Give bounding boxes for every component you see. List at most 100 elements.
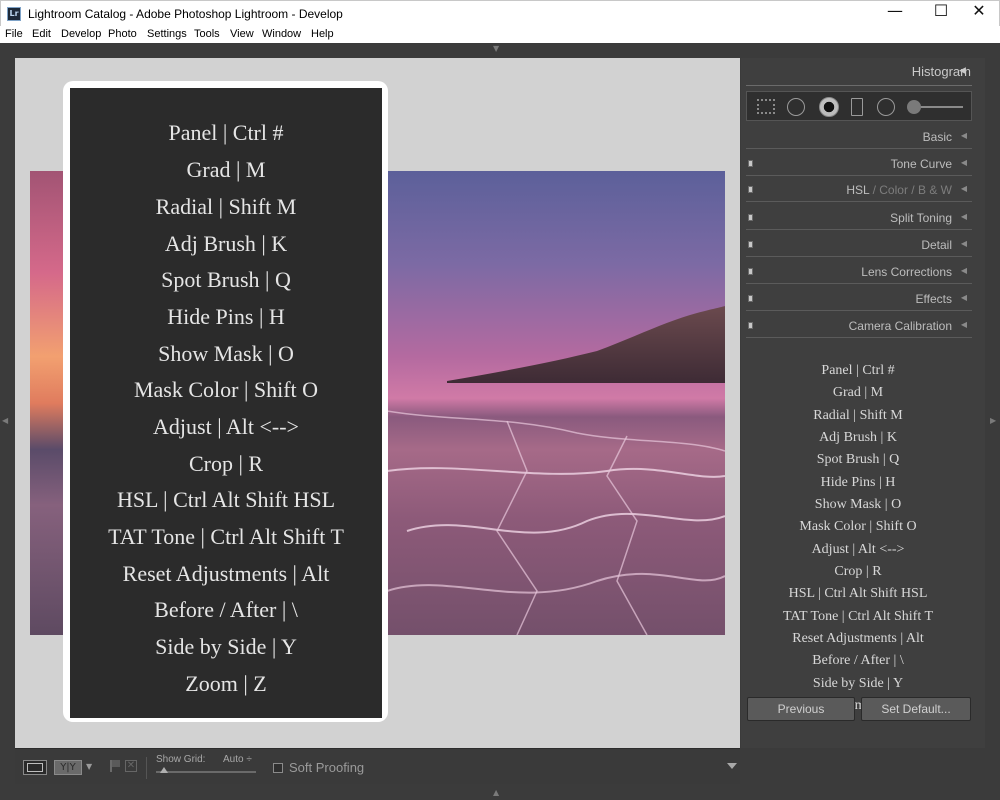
menu-edit[interactable]: Edit — [32, 28, 51, 40]
toolbar-menu-chevron-icon[interactable] — [727, 763, 737, 769]
section-effects[interactable]: Effects ◀ — [746, 287, 972, 311]
show-grid-label: Show Grid: — [156, 754, 206, 765]
shortcut-line: Adjust | Alt <--> — [811, 542, 905, 557]
panel-switch-icon[interactable] — [748, 160, 753, 167]
menu-help[interactable]: Help — [311, 28, 334, 40]
photo-after — [387, 171, 725, 635]
shortcut-line: Before / After | \ — [812, 653, 904, 668]
overlay-line: Spot Brush | Q — [161, 267, 291, 292]
tab-hsl[interactable]: HSL — [846, 183, 869, 197]
hsl-tabs: HSL / Color / B & W — [846, 183, 952, 197]
section-label: Basic — [922, 130, 952, 144]
show-grid-select[interactable]: Auto ÷ — [223, 754, 252, 765]
overlay-line: Before / After | \ — [154, 597, 298, 622]
right-panel: Histogram ◀ Basic ◀ Tone Curve ◀ HSL / C… — [741, 58, 985, 748]
previous-button[interactable]: Previous — [747, 697, 855, 721]
flag-icon[interactable] — [110, 760, 120, 772]
collapse-triangle-icon: ◀ — [960, 212, 967, 221]
overlay-line: TAT Tone | Ctrl Alt Shift T — [108, 524, 344, 549]
collapse-triangle-icon: ◀ — [960, 158, 967, 167]
panel-switch-icon[interactable] — [748, 268, 753, 275]
menu-tools[interactable]: Tools — [194, 28, 220, 40]
divider — [746, 201, 972, 202]
panel-switch-icon[interactable] — [748, 322, 753, 329]
menu-view[interactable]: View — [230, 28, 254, 40]
grid-overlay-icon[interactable] — [757, 99, 775, 114]
salt-flats-photo — [387, 306, 725, 635]
histogram-header[interactable]: Histogram — [741, 64, 971, 79]
shortcut-line: Side by Side | Y — [812, 676, 904, 691]
top-panel-toggle-icon[interactable]: ▼ — [493, 45, 499, 53]
shortcut-line: Mask Color | Shift O — [799, 519, 917, 534]
section-label: Camera Calibration — [848, 319, 952, 333]
divider — [146, 757, 147, 779]
tab-color[interactable]: Color — [879, 183, 908, 197]
overlay-line: Grad | M — [186, 157, 266, 182]
section-label: Detail — [921, 238, 952, 252]
panel-switch-icon[interactable] — [748, 295, 753, 302]
section-detail[interactable]: Detail ◀ — [746, 233, 972, 257]
menu-settings[interactable]: Settings — [147, 28, 187, 40]
divider — [746, 85, 972, 86]
overlay-line: Zoom | Z — [185, 671, 267, 696]
section-tone-curve[interactable]: Tone Curve ◀ — [746, 152, 972, 176]
slider-knob-icon[interactable] — [160, 767, 168, 773]
menu-bar: File Edit Develop Photo Settings Tools V… — [0, 26, 1000, 43]
section-split-toning[interactable]: Split Toning ◀ — [746, 206, 972, 230]
reject-flag-icon[interactable]: ✕ — [125, 760, 137, 772]
collapse-triangle-icon: ◀ — [960, 293, 967, 302]
panel-switch-icon[interactable] — [748, 214, 753, 221]
soft-proofing-label: Soft Proofing — [289, 760, 365, 775]
section-label: Lens Corrections — [861, 265, 952, 279]
graduated-filter-icon[interactable] — [851, 98, 863, 116]
overlay-line: Side by Side | Y — [155, 634, 297, 659]
soft-proofing-checkbox[interactable] — [273, 763, 283, 773]
left-panel-toggle-icon[interactable]: ◀ — [2, 417, 8, 425]
photo-before — [30, 171, 66, 635]
section-label: Effects — [915, 292, 952, 306]
divider — [746, 337, 972, 338]
shortcut-line: Crop | R — [834, 564, 882, 579]
radial-filter-icon[interactable] — [877, 98, 895, 116]
divider — [746, 310, 972, 311]
menu-window[interactable]: Window — [262, 28, 301, 40]
bottom-panel-toggle-icon[interactable]: ▲ — [493, 789, 499, 797]
panel-switch-icon[interactable] — [748, 241, 753, 248]
close-button[interactable]: ✕ — [956, 1, 1000, 27]
collapse-triangle-icon[interactable]: ◀ — [959, 66, 966, 76]
set-default-button[interactable]: Set Default... — [861, 697, 971, 721]
shortcut-line: HSL | Ctrl Alt Shift HSL — [788, 586, 928, 601]
overlay-line: HSL | Ctrl Alt Shift HSL — [116, 487, 336, 512]
overlay-line: Show Mask | O — [158, 341, 294, 366]
divider — [746, 256, 972, 257]
loupe-view-icon — [27, 763, 43, 772]
section-camera-calibration[interactable]: Camera Calibration ◀ — [746, 314, 972, 338]
minimize-button[interactable]: — — [872, 1, 918, 27]
section-lens-corrections[interactable]: Lens Corrections ◀ — [746, 260, 972, 284]
overlay-line: Panel | Ctrl # — [168, 120, 284, 145]
menu-photo[interactable]: Photo — [108, 28, 137, 40]
grid-slider[interactable] — [156, 771, 256, 773]
collapse-triangle-icon: ◀ — [960, 131, 967, 140]
tab-separator: / — [872, 183, 876, 197]
red-eye-icon[interactable] — [819, 97, 839, 117]
adjustment-brush-icon[interactable] — [907, 100, 921, 114]
before-after-button[interactable]: Y|Y — [54, 760, 82, 775]
divider — [746, 148, 972, 149]
section-hsl[interactable]: HSL / Color / B & W ◀ — [746, 178, 972, 202]
menu-file[interactable]: File — [5, 28, 23, 40]
brush-slider[interactable] — [919, 106, 963, 108]
collapse-triangle-icon: ◀ — [960, 239, 967, 248]
menu-develop[interactable]: Develop — [61, 28, 101, 40]
bottom-toolbar: Y|Y ▼ ✕ Show Grid: Auto ÷ Soft Proofing — [15, 748, 740, 784]
tab-bw[interactable]: B & W — [918, 183, 952, 197]
divider — [746, 175, 972, 176]
right-panel-toggle-icon[interactable]: ▶ — [990, 417, 996, 425]
chevron-down-icon[interactable]: ▼ — [86, 762, 92, 771]
section-basic[interactable]: Basic ◀ — [746, 125, 972, 149]
panel-switch-icon[interactable] — [748, 186, 753, 193]
collapse-triangle-icon: ◀ — [960, 320, 967, 329]
spot-removal-icon[interactable] — [787, 98, 805, 116]
loupe-view-button[interactable] — [23, 760, 47, 775]
shortcut-line: Reset Adjustments | Alt — [792, 631, 924, 646]
